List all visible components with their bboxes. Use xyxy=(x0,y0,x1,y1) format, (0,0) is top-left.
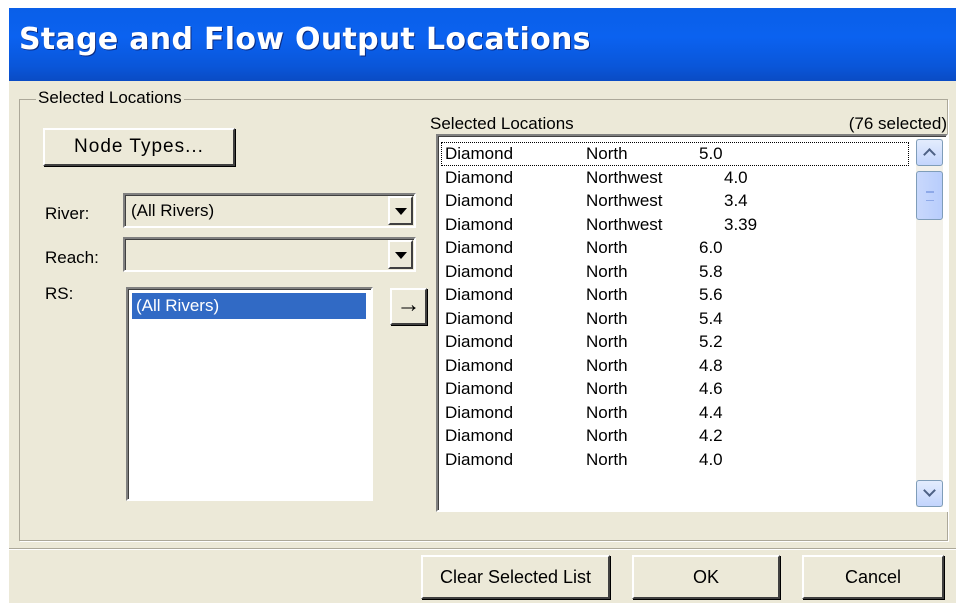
river-cell: Diamond xyxy=(445,261,514,281)
reach-cell: Northwest xyxy=(586,191,663,210)
scroll-thumb[interactable] xyxy=(916,171,943,220)
river-cell: Diamond xyxy=(445,355,514,375)
list-item[interactable]: Diamond North 5.2 xyxy=(441,330,909,354)
reach-cell: North xyxy=(586,238,628,257)
river-cell: Diamond xyxy=(445,332,514,351)
rs-cell: 6.0 xyxy=(699,238,723,257)
rs-cell: 5.0 xyxy=(699,144,723,163)
river-cell: Diamond xyxy=(445,214,514,234)
river-dropdown-arrow-icon[interactable] xyxy=(388,196,413,225)
river-cell: Diamond xyxy=(445,379,514,398)
selected-locations-listbox[interactable]: Diamond North 5.0 Diamond Northwest 4.0 Diamon… xyxy=(436,134,948,512)
rs-cell: 5.6 xyxy=(699,285,723,304)
list-item[interactable]: Diamond North 4.4 xyxy=(441,401,909,425)
list-item[interactable]: Diamond North 4.0 xyxy=(441,448,909,472)
list-item[interactable]: Diamond North 5.8 xyxy=(441,260,909,284)
rs-cell: 4.0 xyxy=(724,167,748,187)
rs-cell: 4.2 xyxy=(699,426,723,445)
list-item[interactable]: Diamond North 4.2 xyxy=(441,424,909,448)
rs-cell: 3.39 xyxy=(724,214,758,234)
selected-locations-header: Selected Locations xyxy=(430,114,574,133)
reach-cell: North xyxy=(586,355,628,375)
reach-cell: North xyxy=(586,261,628,281)
add-location-arrow-button[interactable]: → xyxy=(390,288,427,325)
window-title: Stage and Flow Output Locations xyxy=(19,22,591,57)
rs-cell: 4.8 xyxy=(699,355,723,375)
rs-cell: 4.6 xyxy=(699,379,723,398)
reach-cell: North xyxy=(586,285,628,304)
reach-dropdown[interactable] xyxy=(123,237,416,272)
ok-button[interactable]: OK xyxy=(632,555,780,599)
reach-cell: North xyxy=(586,402,628,422)
rs-cell: 3.4 xyxy=(724,191,748,210)
reach-cell: Northwest xyxy=(586,167,663,187)
river-dropdown-value: (All Rivers) xyxy=(131,201,215,220)
dialog-window: Stage and Flow Output Locations Selected… xyxy=(9,8,956,603)
cancel-button[interactable]: Cancel xyxy=(802,555,944,599)
reach-label: Reach: xyxy=(45,248,99,267)
reach-cell: North xyxy=(586,379,628,398)
list-item[interactable]: Diamond North 4.8 xyxy=(441,354,909,378)
reach-cell: North xyxy=(586,308,628,328)
rs-cell: 4.0 xyxy=(699,449,723,469)
selected-rows: Diamond North 5.0 Diamond Northwest 4.0 Diamon… xyxy=(441,142,909,471)
river-cell: Diamond xyxy=(445,191,514,210)
river-label: River: xyxy=(45,204,90,223)
river-cell: Diamond xyxy=(445,426,514,445)
title-bar[interactable]: Stage and Flow Output Locations xyxy=(9,8,956,81)
list-item[interactable]: Diamond North 5.4 xyxy=(441,307,909,331)
rs-cell: 4.4 xyxy=(699,402,723,422)
reach-dropdown-arrow-icon[interactable] xyxy=(388,240,413,269)
river-cell: Diamond xyxy=(445,238,514,257)
rs-cell: 5.8 xyxy=(699,261,723,281)
rs-list-item[interactable]: (All Rivers) xyxy=(132,293,366,319)
river-cell: Diamond xyxy=(445,167,514,187)
clear-selected-list-button[interactable]: Clear Selected List xyxy=(421,555,610,599)
reach-cell: North xyxy=(586,144,628,163)
rs-cell: 5.2 xyxy=(699,332,723,351)
reach-cell: North xyxy=(586,449,628,469)
scroll-up-icon[interactable] xyxy=(916,139,943,166)
vertical-scrollbar[interactable] xyxy=(916,139,943,507)
list-item[interactable]: Diamond North 5.6 xyxy=(441,283,909,307)
separator xyxy=(9,548,956,550)
list-item[interactable]: Diamond Northwest 4.0 xyxy=(441,166,909,190)
rs-cell: 5.4 xyxy=(699,308,723,328)
selected-count: (76 selected) xyxy=(848,114,947,133)
list-item[interactable]: Diamond North 5.0 xyxy=(441,142,909,166)
scroll-down-icon[interactable] xyxy=(916,480,943,507)
list-item[interactable]: Diamond North 6.0 xyxy=(441,236,909,260)
group-legend: Selected Locations xyxy=(36,88,184,108)
reach-cell: North xyxy=(586,332,628,351)
list-item[interactable]: Diamond Northwest 3.39 xyxy=(441,213,909,237)
reach-cell: North xyxy=(586,426,628,445)
river-cell: Diamond xyxy=(445,285,514,304)
reach-cell: Northwest xyxy=(586,214,663,234)
list-item[interactable]: Diamond Northwest 3.4 xyxy=(441,189,909,213)
list-item[interactable]: Diamond North 4.6 xyxy=(441,377,909,401)
river-cell: Diamond xyxy=(445,144,514,163)
river-cell: Diamond xyxy=(445,308,514,328)
river-cell: Diamond xyxy=(445,449,514,469)
rs-listbox[interactable]: (All Rivers) xyxy=(126,287,373,501)
rs-label: RS: xyxy=(45,284,74,303)
node-types-button[interactable]: Node Types... xyxy=(43,128,235,166)
river-cell: Diamond xyxy=(445,402,514,422)
river-dropdown[interactable]: (All Rivers) xyxy=(123,193,416,228)
